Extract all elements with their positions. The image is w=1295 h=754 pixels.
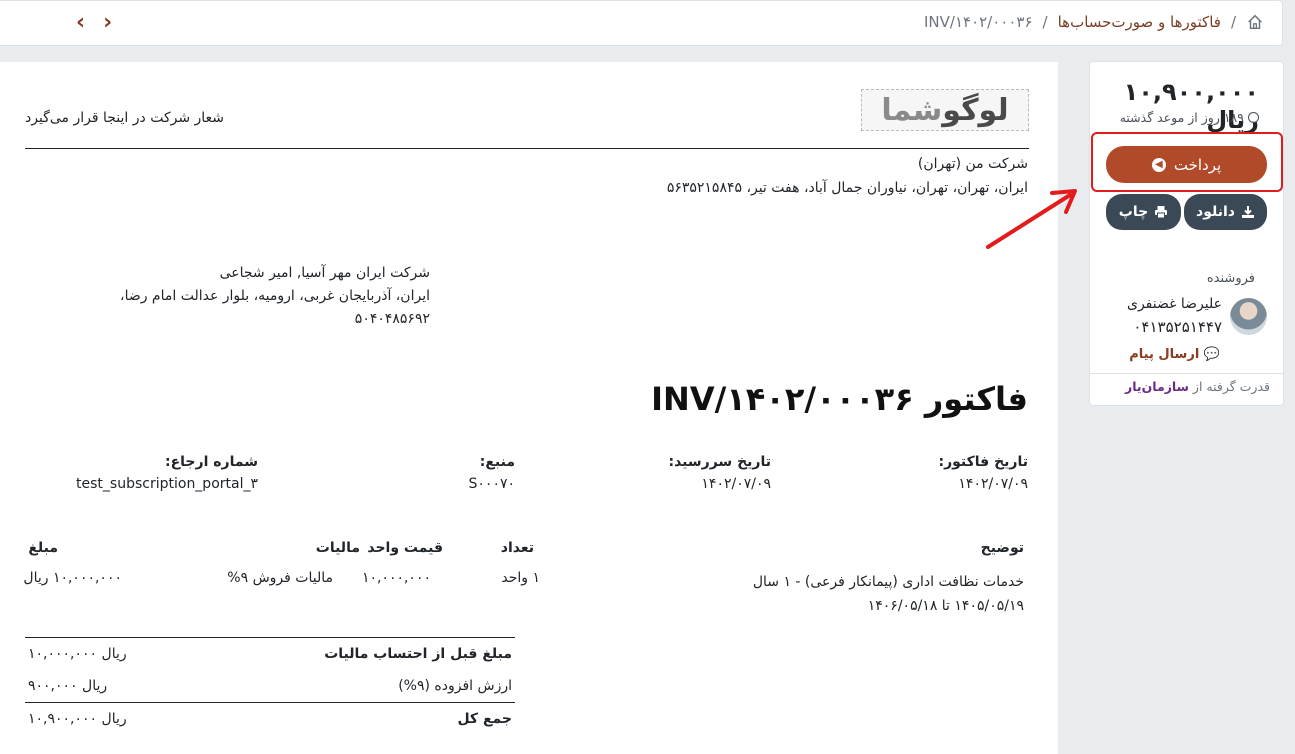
home-icon[interactable]: [1246, 13, 1264, 31]
powered-by: قدرت گرفته از سازمان‌یار: [1100, 379, 1270, 394]
meta-value: S۰۰۰۷۰: [468, 476, 515, 492]
seller-avatar: [1230, 298, 1267, 335]
print-icon: [1155, 206, 1168, 219]
line-qty: ۱ واحد: [501, 570, 540, 586]
meta-label: منبع:: [479, 454, 515, 470]
meta-value: ۱۴۰۲/۰۷/۰۹: [958, 476, 1028, 492]
meta-label: شماره ارجاع:: [165, 454, 258, 470]
total-row: جمع کل ۱۰,۹۰۰,۰۰۰ ریال: [25, 702, 515, 734]
line-description: خدمات نظافت اداری (پیمانکار فرعی) - ۱ سا…: [752, 574, 1024, 590]
print-button[interactable]: چاپ: [1106, 194, 1181, 230]
chat-icon: 💬: [1203, 347, 1220, 362]
total-value: ۱۰,۹۰۰,۰۰۰ ریال: [28, 710, 127, 727]
vat-label: ارزش افزوده (۹%): [398, 678, 512, 694]
logo-text-part2: شما: [881, 92, 943, 128]
clock-icon: [1248, 112, 1259, 123]
company-address-block: شرکت من (تهران) ایران، تهران، تهران، نیا…: [667, 152, 1028, 200]
send-message-label: ارسال پیام: [1129, 347, 1200, 362]
vat-value: ۹۰۰,۰۰۰ ریال: [28, 678, 108, 694]
previous-record-button[interactable]: ‹: [76, 11, 85, 35]
due-status: ۱۸۹ روز از موعد گذشته: [1120, 110, 1259, 125]
breadcrumb-separator: /: [1042, 13, 1048, 31]
customer-address: ایران، آذربایجان غربی، ارومیه، بلوار عدا…: [120, 288, 430, 304]
arrow-circle-left-icon: ◀: [1151, 157, 1166, 172]
invoice-date: تاریخ فاکتور: ۱۴۰۲/۰۷/۰۹: [938, 454, 1028, 492]
breadcrumb-invoices-link[interactable]: فاکتورها و صورت‌حساب‌ها: [1058, 13, 1221, 31]
download-label: دانلود: [1196, 204, 1235, 220]
breadcrumb-current: INV/۱۴۰۲/۰۰۰۳۶: [924, 13, 1033, 31]
untaxed-row: مبلغ قبل از احتساب مالیات ۱۰,۰۰۰,۰۰۰ ریا…: [25, 638, 515, 670]
seller-phone: ۰۴۱۳۵۲۵۱۴۴۷: [1133, 318, 1222, 336]
vat-row: ارزش افزوده (۹%) ۹۰۰,۰۰۰ ریال: [25, 670, 515, 702]
company-name: شرکت من (تهران): [917, 156, 1028, 172]
record-navigation: ‹ ›: [76, 11, 112, 35]
invoice-title: فاکتور INV/۱۴۰۲/۰۰۰۳۶: [651, 380, 1028, 418]
table-row: خدمات نظافت اداری (پیمانکار فرعی) - ۱ سا…: [753, 570, 1024, 618]
meta-value: ۱۴۰۲/۰۷/۰۹: [701, 476, 771, 492]
untaxed-label: مبلغ قبل از احتساب مالیات: [324, 646, 512, 662]
pay-button[interactable]: پرداخت ◀: [1106, 146, 1267, 183]
breadcrumb-separator: /: [1230, 13, 1236, 31]
seller-name: علیرضا غضنفری: [1127, 296, 1222, 312]
company-address: ایران، تهران، تهران، نیاوران جمال آباد، …: [666, 180, 1028, 196]
line-period: ۱۴۰۵/۰۵/۱۹ تا ۱۴۰۶/۰۵/۱۸: [867, 598, 1024, 614]
header-divider: [25, 148, 1029, 149]
powered-brand[interactable]: سازمان‌یار: [1125, 379, 1189, 394]
invoice-document: لوگوشما شعار شرکت در اینجا قرار می‌گیرد …: [0, 62, 1058, 754]
untaxed-value: ۱۰,۰۰۰,۰۰۰ ریال: [28, 646, 127, 662]
column-unit-price: قیمت واحد: [367, 540, 443, 556]
column-amount: مبلغ: [28, 540, 58, 556]
line-tax: مالیات فروش ۹%: [227, 570, 333, 586]
column-qty: تعداد: [500, 540, 534, 556]
company-slogan: شعار شرکت در اینجا قرار می‌گیرد: [25, 110, 225, 126]
next-record-button[interactable]: ›: [103, 11, 112, 35]
total-label: جمع کل: [457, 710, 512, 727]
sidebar-divider: [1090, 373, 1283, 374]
annotation-arrow-icon: [986, 189, 1077, 249]
source: منبع: S۰۰۰۷۰: [469, 454, 515, 492]
totals-table: مبلغ قبل از احتساب مالیات ۱۰,۰۰۰,۰۰۰ ریا…: [25, 637, 515, 734]
print-label: چاپ: [1118, 204, 1149, 220]
customer-postal: ۵۰۴۰۴۸۵۶۹۲: [354, 311, 430, 327]
due-text: ۱۸۹ روز از موعد گذشته: [1119, 110, 1244, 125]
customer-name: شرکت ایران مهر آسیا, امیر شجاعی: [219, 265, 430, 281]
meta-label: تاریخ فاکتور:: [938, 454, 1028, 470]
seller-label: فروشنده: [1206, 271, 1255, 286]
top-bar: / فاکتورها و صورت‌حساب‌ها / INV/۱۴۰۲/۰۰۰…: [0, 0, 1283, 46]
breadcrumb: / فاکتورها و صورت‌حساب‌ها / INV/۱۴۰۲/۰۰۰…: [924, 13, 1264, 31]
pay-label: پرداخت: [1173, 155, 1222, 174]
amount-due: ۱۰,۹۰۰,۰۰۰ ریال: [1123, 78, 1259, 134]
logo-text-part1: لوگو: [942, 92, 1009, 128]
meta-value: test_subscription_portal_۳: [76, 476, 258, 492]
line-unit-price: ۱۰,۰۰۰,۰۰۰: [361, 570, 431, 586]
reference: شماره ارجاع: test_subscription_portal_۳: [76, 454, 258, 492]
due-date: تاریخ سررسید: ۱۴۰۲/۰۷/۰۹: [669, 454, 772, 492]
customer-address-block: شرکت ایران مهر آسیا, امیر شجاعی ایران، آ…: [100, 262, 430, 331]
company-logo: لوگوشما: [861, 89, 1029, 131]
download-icon: [1241, 206, 1254, 218]
download-button[interactable]: دانلود: [1184, 194, 1267, 230]
column-tax: مالیات: [315, 540, 360, 556]
column-description: توضیح: [980, 540, 1024, 556]
powered-label: قدرت گرفته از: [1192, 379, 1270, 394]
line-amount: ۱۰,۰۰۰,۰۰۰ ریال: [23, 570, 122, 586]
meta-label: تاریخ سررسید:: [668, 454, 772, 470]
send-message-link[interactable]: 💬 ارسال پیام: [1112, 347, 1220, 362]
